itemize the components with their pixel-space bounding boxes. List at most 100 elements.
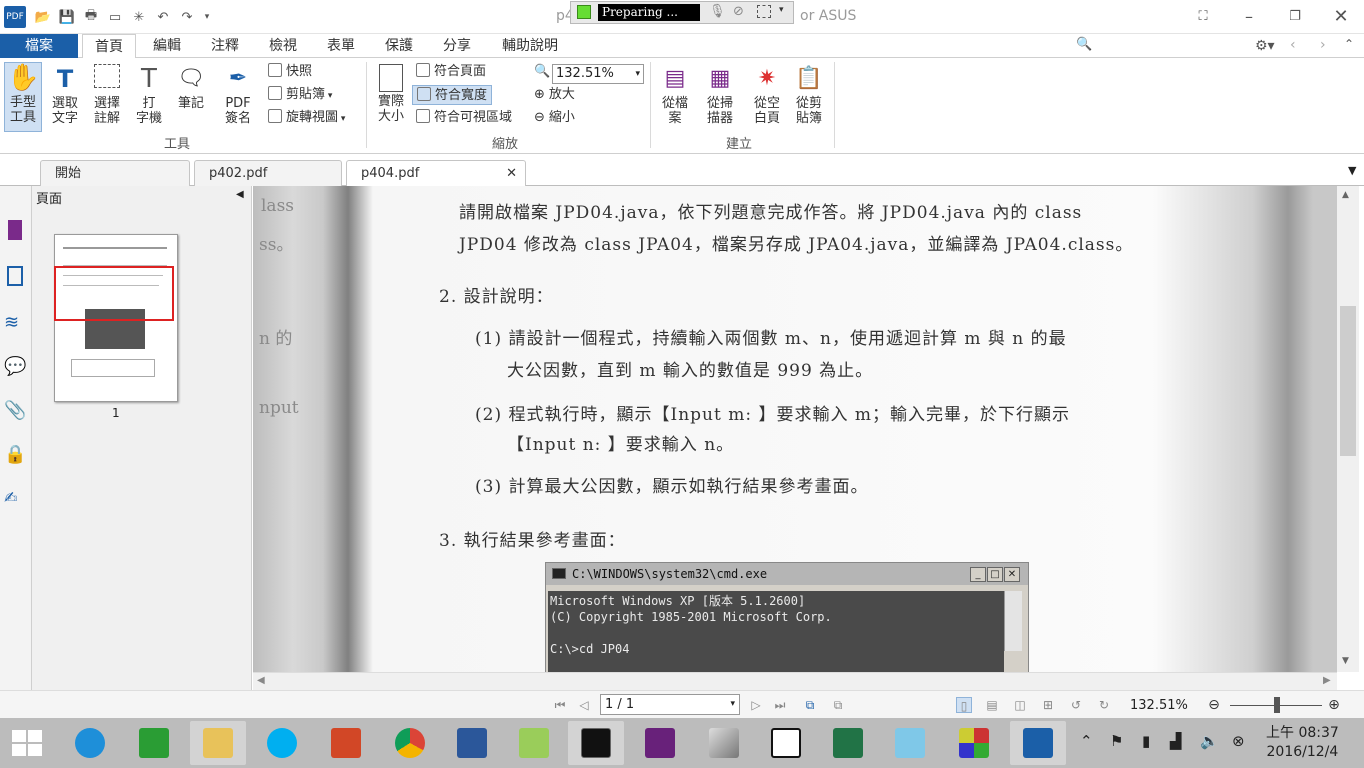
region-select-icon[interactable]	[757, 5, 771, 18]
start-button[interactable]	[10, 728, 44, 758]
thumbnail-viewport-indicator[interactable]	[54, 266, 174, 321]
close-button[interactable]: ✕	[1330, 6, 1352, 28]
fullscreen-icon[interactable]: ⛶	[1192, 6, 1214, 28]
continuous-facing-view-icon[interactable]: ⊞	[1040, 697, 1056, 713]
customize-qat-icon[interactable]: ▾	[198, 8, 216, 26]
taskbar-chrome[interactable]	[382, 721, 438, 765]
taskbar-feather-app[interactable]	[696, 721, 752, 765]
last-page-icon[interactable]: ⏭	[772, 697, 788, 713]
zoom-in-button[interactable]: ⊕ 放大	[534, 85, 575, 105]
show-hidden-icons[interactable]: ⌃	[1080, 732, 1093, 750]
scroll-left-icon[interactable]: ◀	[257, 675, 265, 686]
tab-help[interactable]: 輔助說明	[490, 34, 570, 58]
rotate-right-icon[interactable]: ↻	[1096, 697, 1112, 713]
close-tab-icon[interactable]: ✕	[506, 161, 517, 187]
snapshot-button[interactable]: 快照	[268, 62, 312, 82]
collapse-ribbon-icon[interactable]: ⌃	[1344, 37, 1354, 51]
hand-tool-button[interactable]: ✋ 手型 工具	[4, 62, 42, 132]
taskbar-winrar[interactable]	[946, 721, 1002, 765]
taskbar-pdf-reader[interactable]	[1010, 721, 1066, 765]
pages-icon[interactable]	[7, 266, 23, 286]
fit-width-button[interactable]: 符合寬度	[412, 85, 493, 105]
vertical-scrollbar[interactable]: ▲ ▼	[1337, 186, 1359, 672]
redo-icon[interactable]: ↷	[178, 8, 196, 26]
gear-icon[interactable]: ⚙▾	[1255, 38, 1275, 54]
document-viewer[interactable]: lass ss。 n 的 nput 請開啟檔案 JPD04.java，依下列題意…	[253, 186, 1337, 672]
taskbar-visual-studio[interactable]	[632, 721, 688, 765]
tab-start[interactable]: 開始	[40, 160, 190, 186]
tab-list-icon[interactable]: ▼	[1348, 164, 1356, 177]
taskbar-excel[interactable]	[820, 721, 876, 765]
next-page-icon[interactable]: ▷	[748, 697, 764, 713]
signature-icon[interactable]: ✍	[4, 488, 26, 512]
single-page-view-icon[interactable]: ▯	[956, 697, 972, 713]
save-icon[interactable]: 💾	[58, 8, 76, 26]
fit-visible-button[interactable]: 符合可視區域	[416, 108, 512, 128]
tab-form[interactable]: 表單	[314, 34, 368, 58]
create-from-clipboard-button[interactable]: 📋 從剪 貼簿	[790, 64, 828, 126]
zoom-slider-thumb[interactable]	[1274, 697, 1280, 713]
prev-result-icon[interactable]: ‹	[1290, 37, 1296, 53]
tab-comment[interactable]: 注釋	[198, 34, 252, 58]
scroll-down-icon[interactable]: ▼	[1342, 656, 1349, 666]
layers-icon[interactable]: ≋	[4, 312, 26, 336]
scroll-right-icon[interactable]: ▶	[1323, 675, 1331, 686]
camera-off-icon[interactable]: ⊘	[733, 4, 744, 19]
next-view-icon[interactable]: ⧉	[830, 697, 846, 713]
scroll-thumb[interactable]	[1340, 306, 1356, 456]
print-icon[interactable]: 🖶	[82, 8, 100, 26]
taskbar-powerpoint[interactable]	[318, 721, 374, 765]
note-button[interactable]: 🗨 筆記	[172, 64, 210, 111]
horizontal-scrollbar[interactable]: ◀ ▶	[253, 672, 1337, 690]
collapse-panel-icon[interactable]: ◀	[236, 189, 244, 200]
rotate-view-button[interactable]: 旋轉視圖 ▾	[268, 108, 345, 128]
undo-icon[interactable]: ↶	[154, 8, 172, 26]
rotate-left-icon[interactable]: ↺	[1068, 697, 1084, 713]
new-icon[interactable]: ✳	[130, 8, 148, 26]
page-number-input[interactable]: 1 / 1 ▾	[600, 694, 740, 715]
create-from-scanner-button[interactable]: ▦ 從掃 描器	[698, 64, 742, 126]
taskbar-word[interactable]	[444, 721, 500, 765]
action-center-icon[interactable]: ⚑	[1110, 732, 1123, 750]
select-text-button[interactable]: T 選取 文字	[46, 64, 84, 126]
create-from-file-button[interactable]: ▤ 從檔 案	[656, 64, 694, 126]
lock-icon[interactable]: 🔒	[4, 444, 26, 468]
clock[interactable]: 上午 08:37 2016/12/4	[1266, 724, 1339, 762]
tab-file[interactable]: 檔案	[0, 34, 78, 58]
scroll-up-icon[interactable]: ▲	[1342, 190, 1349, 200]
tab-view[interactable]: 檢視	[256, 34, 310, 58]
taskbar-notepadpp[interactable]	[506, 721, 562, 765]
facing-view-icon[interactable]: ◫	[1012, 697, 1028, 713]
tab-p402[interactable]: p402.pdf	[194, 160, 342, 186]
zoom-select[interactable]: 132.51% ▾	[552, 64, 644, 84]
create-blank-button[interactable]: ✷ 從空 白頁	[748, 64, 786, 126]
zoom-in-icon[interactable]: ⊕	[1326, 697, 1342, 713]
zoom-out-icon[interactable]: ⊖	[1206, 697, 1222, 713]
microphone-icon[interactable]: 🎙	[709, 4, 726, 19]
comments-icon[interactable]: 💬	[4, 356, 26, 380]
actual-size-button[interactable]: 實際 大小	[372, 64, 410, 124]
taskbar-store[interactable]	[126, 721, 182, 765]
input-method-icon[interactable]: ⊗	[1232, 732, 1245, 750]
select-annotation-button[interactable]: 選擇 註解	[88, 64, 126, 126]
taskbar-skype[interactable]	[254, 721, 310, 765]
open-icon[interactable]: 📂	[34, 8, 52, 26]
taskbar-7zip[interactable]	[758, 721, 814, 765]
tab-home[interactable]: 首頁	[82, 34, 136, 59]
taskbar-ie[interactable]	[62, 721, 118, 765]
tab-share[interactable]: 分享	[430, 34, 484, 58]
tab-edit[interactable]: 編輯	[140, 34, 194, 58]
attachments-icon[interactable]: 📎	[4, 400, 26, 424]
bookmarks-icon[interactable]	[8, 220, 22, 240]
typewriter-button[interactable]: T 打 字機	[130, 64, 168, 126]
fit-page-button[interactable]: 符合頁面	[416, 62, 486, 82]
next-result-icon[interactable]: ›	[1320, 37, 1326, 53]
taskbar-notepad[interactable]	[882, 721, 938, 765]
tab-p404[interactable]: p404.pdf ✕	[346, 160, 526, 186]
taskbar-cmd[interactable]	[568, 721, 624, 765]
minimize-button[interactable]: –	[1238, 6, 1260, 28]
prev-page-icon[interactable]: ◁	[576, 697, 592, 713]
taskbar-explorer[interactable]	[190, 721, 246, 765]
scan-icon[interactable]: ▭	[106, 8, 124, 26]
pdf-sign-button[interactable]: ✒ PDF 簽名	[214, 64, 262, 126]
